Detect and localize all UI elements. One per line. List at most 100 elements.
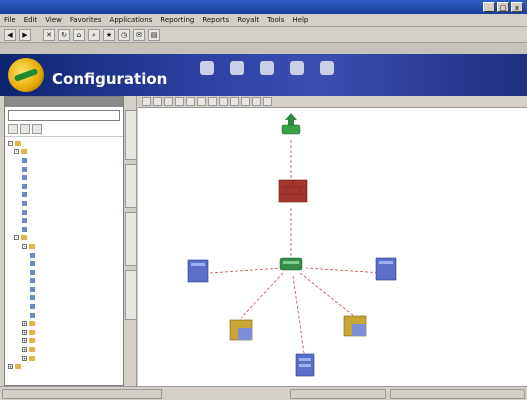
- tree-item[interactable]: -: [8, 148, 120, 157]
- tree-item[interactable]: [8, 277, 120, 286]
- minimize-button[interactable]: _: [483, 2, 495, 12]
- tree-item[interactable]: +: [8, 354, 120, 363]
- tree-item[interactable]: +: [8, 345, 120, 354]
- tree-item[interactable]: [8, 208, 120, 217]
- expand-icon[interactable]: +: [22, 355, 27, 361]
- expand-icon[interactable]: +: [22, 321, 27, 327]
- tree-item[interactable]: [8, 268, 120, 277]
- zoom-out-icon[interactable]: [175, 97, 184, 106]
- tree-item[interactable]: +: [8, 362, 120, 371]
- search-icon[interactable]: ⌕: [88, 28, 100, 41]
- tree-item[interactable]: [8, 285, 120, 294]
- server-right-node[interactable]: [375, 257, 397, 281]
- expand-icon[interactable]: +: [8, 364, 13, 370]
- menu-applications[interactable]: Applications: [110, 16, 153, 24]
- menu-edit[interactable]: Edit: [24, 16, 38, 24]
- tree-item[interactable]: [8, 294, 120, 303]
- menu-favorites[interactable]: Favorites: [70, 16, 102, 24]
- db-left-node[interactable]: [229, 319, 253, 341]
- print-diagram-icon[interactable]: [241, 97, 250, 106]
- tree-item[interactable]: [8, 302, 120, 311]
- tree-item[interactable]: [8, 251, 120, 260]
- expand-icon[interactable]: +: [22, 329, 27, 335]
- tree-item[interactable]: [8, 191, 120, 200]
- banner-nav-item[interactable]: [200, 57, 214, 75]
- vtab-4[interactable]: [125, 270, 137, 320]
- print-icon[interactable]: ▤: [148, 28, 160, 41]
- close-button[interactable]: x: [511, 2, 523, 12]
- mail-icon[interactable]: ✉: [133, 28, 145, 41]
- tree-item[interactable]: -: [8, 242, 120, 251]
- collapse-icon[interactable]: -: [14, 149, 19, 155]
- stop-icon[interactable]: ✕: [43, 28, 55, 41]
- tree-item[interactable]: [8, 216, 120, 225]
- fit-icon[interactable]: [186, 97, 195, 106]
- tree-item[interactable]: [8, 225, 120, 234]
- delete-icon[interactable]: [219, 97, 228, 106]
- refresh-icon[interactable]: ↻: [58, 28, 70, 41]
- menu-tools[interactable]: Tools: [267, 16, 284, 24]
- tree-item[interactable]: [8, 165, 120, 174]
- tree-item[interactable]: +: [8, 319, 120, 328]
- node-icon: [30, 312, 35, 318]
- expand-icon[interactable]: +: [22, 338, 27, 344]
- node-icon: [30, 252, 35, 258]
- tree-item[interactable]: [8, 156, 120, 165]
- menu-help[interactable]: Help: [292, 16, 308, 24]
- settings-icon: [290, 61, 304, 75]
- find-icon[interactable]: [32, 124, 42, 134]
- favorites-icon[interactable]: ★: [103, 28, 115, 41]
- expand-all-icon[interactable]: [8, 124, 18, 134]
- banner-nav-item[interactable]: [260, 57, 274, 75]
- layout-icon[interactable]: [197, 97, 206, 106]
- collapse-icon[interactable]: -: [8, 140, 13, 146]
- vtab-1[interactable]: [125, 110, 137, 160]
- tree-item[interactable]: -: [8, 139, 120, 148]
- banner-nav-item[interactable]: [320, 57, 334, 75]
- collapse-all-icon[interactable]: [20, 124, 30, 134]
- zoom-in-icon[interactable]: [164, 97, 173, 106]
- link-switch-db-right: [299, 272, 355, 317]
- db-right-node[interactable]: [343, 315, 367, 337]
- switch-node[interactable]: [279, 257, 303, 271]
- vtab-3[interactable]: [125, 212, 137, 266]
- server-left-node[interactable]: [187, 259, 209, 283]
- menu-reporting[interactable]: Reporting: [160, 16, 194, 24]
- tree-item[interactable]: -: [8, 234, 120, 243]
- collapse-icon[interactable]: -: [22, 243, 27, 249]
- router-node[interactable]: [281, 113, 301, 135]
- menu-royalt[interactable]: Royalt: [237, 16, 259, 24]
- tree-item[interactable]: +: [8, 337, 120, 346]
- tree-item[interactable]: [8, 173, 120, 182]
- save-icon[interactable]: [263, 97, 272, 106]
- tree-search-input[interactable]: [8, 110, 120, 121]
- menu-reports[interactable]: Reports: [202, 16, 229, 24]
- expand-icon[interactable]: +: [22, 347, 27, 353]
- network-diagram-canvas[interactable]: [138, 108, 527, 386]
- storage-node[interactable]: [295, 353, 315, 377]
- select-icon[interactable]: [142, 97, 151, 106]
- firewall-node[interactable]: [278, 179, 308, 203]
- maximize-button[interactable]: □: [497, 2, 509, 12]
- back-icon[interactable]: ◀: [4, 28, 16, 41]
- properties-icon[interactable]: [230, 97, 239, 106]
- tree-item[interactable]: [8, 182, 120, 191]
- panel-header: [5, 97, 123, 107]
- pan-icon[interactable]: [153, 97, 162, 106]
- node-icon: [22, 200, 27, 206]
- history-icon[interactable]: ◷: [118, 28, 130, 41]
- vtab-2[interactable]: [125, 164, 137, 208]
- collapse-icon[interactable]: -: [14, 235, 19, 241]
- menu-view[interactable]: View: [45, 16, 62, 24]
- forward-icon[interactable]: ▶: [19, 28, 31, 41]
- banner-nav-item[interactable]: [230, 57, 244, 75]
- tree-item[interactable]: [8, 311, 120, 320]
- menu-file[interactable]: File: [4, 16, 16, 24]
- export-icon[interactable]: [252, 97, 261, 106]
- link-icon[interactable]: [208, 97, 217, 106]
- banner-nav-item[interactable]: [290, 57, 304, 75]
- tree-item[interactable]: +: [8, 328, 120, 337]
- tree-item[interactable]: [8, 199, 120, 208]
- tree-item[interactable]: [8, 259, 120, 268]
- home-icon[interactable]: ⌂: [73, 28, 85, 41]
